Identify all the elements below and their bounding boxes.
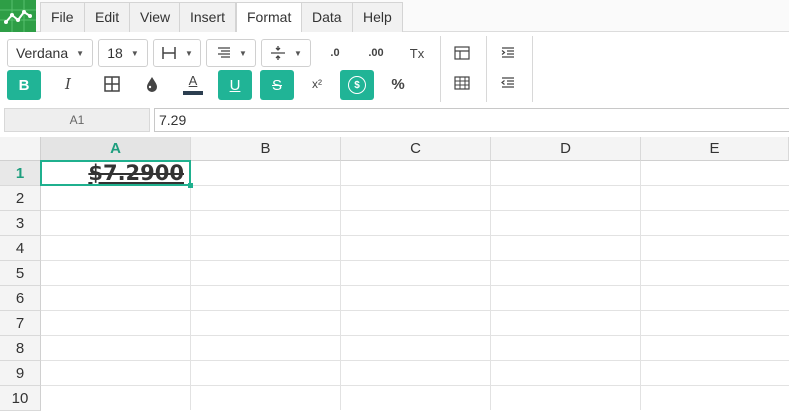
row-header[interactable]: 6 — [0, 286, 41, 311]
chevron-down-icon: ▼ — [294, 48, 302, 58]
font-family-select[interactable]: Verdana ▼ — [7, 39, 93, 67]
row-header[interactable]: 3 — [0, 211, 41, 236]
underline-icon: U — [229, 76, 241, 94]
align-select[interactable]: ▼ — [206, 39, 256, 67]
menu-format[interactable]: Format — [236, 2, 303, 33]
logo-icon — [0, 0, 36, 32]
chevron-down-icon: ▼ — [185, 48, 193, 58]
font-size-select[interactable]: 18 ▼ — [98, 39, 148, 67]
strikethrough-icon: S — [271, 76, 282, 94]
column-header-e[interactable]: E — [641, 137, 789, 161]
bold-icon: B — [18, 76, 30, 94]
cell-name-box[interactable]: A1 — [4, 108, 150, 132]
font-family-value: Verdana — [15, 45, 69, 61]
table-grid-icon — [454, 76, 470, 90]
align-right-icon — [218, 47, 231, 58]
menu-view[interactable]: View — [129, 2, 182, 32]
merge-cells-button[interactable] — [445, 39, 479, 67]
fill-handle[interactable] — [188, 183, 193, 188]
bold-button[interactable]: B — [7, 70, 41, 100]
clear-format-icon: Tx — [409, 45, 425, 61]
toolbar-divider — [440, 36, 441, 102]
table-icon — [454, 46, 470, 60]
underline-button[interactable]: U — [218, 70, 252, 100]
font-color-button[interactable]: A — [176, 70, 210, 98]
border-icon — [162, 47, 176, 59]
italic-button[interactable]: I — [51, 70, 85, 98]
grid-line — [490, 161, 491, 410]
menu-edit[interactable]: Edit — [84, 2, 131, 32]
grid-line — [41, 360, 789, 361]
grid-line — [190, 161, 191, 410]
grid-line — [41, 235, 789, 236]
fill-color-button[interactable] — [135, 70, 169, 98]
clear-format-button[interactable]: Tx — [400, 39, 434, 67]
grid-line — [41, 335, 789, 336]
outdent-button[interactable] — [491, 69, 525, 97]
row-header[interactable]: 8 — [0, 336, 41, 361]
borders-select[interactable]: ▼ — [153, 39, 201, 67]
chevron-down-icon: ▼ — [76, 48, 85, 58]
strikethrough-button[interactable]: S — [260, 70, 294, 100]
fill-color-icon — [147, 77, 157, 92]
decimal-decrease-button[interactable]: .0 — [318, 39, 352, 67]
row-header[interactable]: 9 — [0, 361, 41, 386]
superscript-icon: x² — [312, 77, 322, 91]
chevron-down-icon: ▼ — [239, 48, 247, 58]
vertical-align-icon — [271, 46, 286, 60]
font-size-value: 18 — [107, 45, 123, 61]
indent-button[interactable] — [491, 39, 525, 67]
grid-line — [41, 285, 789, 286]
cell-selection — [40, 160, 193, 188]
chevron-down-icon: ▼ — [130, 48, 139, 58]
italic-icon: I — [65, 75, 71, 93]
decimal-decrease-icon: .0 — [330, 47, 340, 59]
toolbar-divider — [486, 36, 487, 102]
menu-insert[interactable]: Insert — [179, 2, 237, 32]
row-header[interactable]: 7 — [0, 311, 41, 336]
row-header[interactable]: 2 — [0, 186, 41, 211]
grid-line — [340, 161, 341, 410]
currency-icon: $ — [348, 76, 366, 94]
menu-help[interactable]: Help — [352, 2, 403, 32]
borders-button[interactable] — [95, 70, 129, 98]
grid-border-icon — [104, 76, 120, 92]
currency-button[interactable]: $ — [340, 70, 374, 100]
row-header[interactable]: 1 — [0, 161, 41, 186]
formula-input[interactable]: 7.29 — [154, 108, 789, 132]
column-header-d[interactable]: D — [491, 137, 641, 161]
toolbar-divider — [532, 36, 533, 102]
app-logo — [0, 0, 36, 32]
menu-data[interactable]: Data — [301, 2, 353, 32]
font-color-swatch — [183, 90, 203, 95]
column-header-a[interactable]: A — [41, 137, 191, 161]
row-header[interactable]: 10 — [0, 386, 41, 411]
valign-select[interactable]: ▼ — [261, 39, 311, 67]
percent-button[interactable]: % — [381, 70, 415, 98]
indent-icon — [501, 47, 514, 58]
font-color-icon: A — [188, 72, 198, 88]
grid-line — [41, 260, 789, 261]
grid-line — [41, 310, 789, 311]
grid-line — [640, 161, 641, 410]
percent-icon: % — [391, 75, 405, 93]
grid-line — [41, 385, 789, 386]
select-all-corner[interactable] — [0, 137, 41, 161]
row-header[interactable]: 4 — [0, 236, 41, 261]
superscript-button[interactable]: x² — [300, 70, 334, 98]
outdent-icon — [501, 77, 514, 88]
decimal-increase-icon: .00 — [368, 47, 384, 59]
decimal-increase-button[interactable]: .00 — [359, 39, 393, 67]
grid-line — [41, 210, 789, 211]
column-header-b[interactable]: B — [191, 137, 341, 161]
column-header-c[interactable]: C — [341, 137, 491, 161]
table-format-button[interactable] — [445, 69, 479, 97]
row-header[interactable]: 5 — [0, 261, 41, 286]
menu-file[interactable]: File — [40, 2, 85, 32]
